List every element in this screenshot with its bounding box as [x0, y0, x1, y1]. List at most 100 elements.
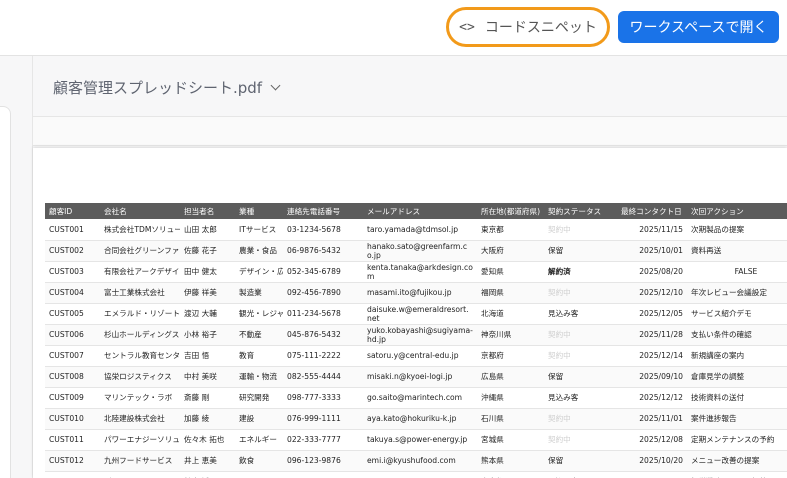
table-cell: CUST004: [45, 282, 100, 304]
table-cell: CUST013: [45, 471, 100, 478]
table-cell: 098-777-3333: [283, 387, 363, 409]
page-strip: [33, 116, 787, 146]
table-cell: 2025/12/15: [617, 471, 687, 478]
table-cell: 富士工業株式会社: [100, 282, 180, 304]
table-cell: 東京都: [477, 219, 544, 241]
table-cell: hanako.sato@greenfarm.co.jp: [363, 240, 477, 262]
table-row: CUST012 九州フードサービス 井上 恵美 飲食 096-123-9876 emi.i…: [45, 450, 787, 472]
table-cell: 2025/10/20: [617, 450, 687, 472]
table-cell: 運輸・物流: [235, 366, 283, 388]
table-cell: 建設: [235, 408, 283, 430]
table-cell: 保留: [544, 450, 617, 472]
code-snippet-button[interactable]: <> コードスニペット: [446, 7, 610, 47]
table-cell: 03-1234-5678: [283, 219, 363, 241]
column-header: 顧客ID: [45, 203, 100, 219]
table-cell: 見込み客: [544, 303, 617, 325]
table-cell: 沖縄県: [477, 387, 544, 409]
table-cell: kenta.tanaka@arkdesign.com: [363, 261, 477, 283]
table-cell: エネルギー: [235, 429, 283, 451]
table-row: CUST003 有限会社アークデザイ 田中 健太 デザイン・広 052-345-6789…: [45, 261, 787, 283]
table-cell: misaki.n@kyoei-logi.jp: [363, 366, 477, 388]
table-cell: コンサルティ: [235, 471, 283, 478]
table-cell: 2025/10/01: [617, 240, 687, 262]
table-cell: 経営戦略セミナー招待: [687, 471, 787, 478]
table-row: CUST005 エメラルド・リゾート 渡辺 大輔 観光・レジャ 011-234-5678…: [45, 303, 787, 325]
table-cell: CUST011: [45, 429, 100, 451]
table-row: CUST011 パワーエナジーソリュー 佐々木 拓也 エネルギー 022-333-777…: [45, 429, 787, 451]
file-title-dropdown[interactable]: 顧客管理スプレッドシート.pdf: [53, 77, 281, 98]
table-cell: takuya.s@power-energy.jp: [363, 429, 477, 451]
table-cell: 農業・食品: [235, 240, 283, 262]
table-cell: セントラル教育センター: [100, 345, 180, 367]
table-cell: デザイン・広: [235, 261, 283, 283]
table-row: CUST001 株式会社TDMソリュー 山田 太郎 ITサービス 03-1234-567…: [45, 219, 787, 241]
table-cell: 見込み客: [544, 471, 617, 478]
table-cell: 052-345-6789: [283, 261, 363, 283]
table-cell: taro.yamada@tdmsol.jp: [363, 219, 477, 241]
table-cell: 大阪府: [477, 240, 544, 262]
table-cell: 2025/11/01: [617, 408, 687, 430]
table-cell: 協栄ロジスティクス: [100, 366, 180, 388]
table-cell: masami.ito@fujikou.jp: [363, 282, 477, 304]
table-cell: satoru.y@central-edu.jp: [363, 345, 477, 367]
table-cell: 資料再送: [687, 240, 787, 262]
table-cell: CUST005: [45, 303, 100, 325]
table-cell: 研究開発: [235, 387, 283, 409]
table-cell: 定期メンテナンスの予約: [687, 429, 787, 451]
table-cell: CUST012: [45, 450, 100, 472]
table-cell: 福岡県: [477, 282, 544, 304]
column-header: 会社名: [100, 203, 180, 219]
table-cell: 契約中: [544, 324, 617, 346]
table-cell: 神奈川県: [477, 324, 544, 346]
table-cell: ITサービス: [235, 219, 283, 241]
table-cell: 03-5555-1212: [283, 471, 363, 478]
table-cell: 佐々木 拓也: [180, 429, 235, 451]
table-cell: 石川県: [477, 408, 544, 430]
table-cell: 吉田 悟: [180, 345, 235, 367]
table-cell: 渡辺 大輔: [180, 303, 235, 325]
table-cell: 2025/12/12: [617, 387, 687, 409]
table-row: CUST007 セントラル教育センター 吉田 悟教育 075-111-2222 sato…: [45, 345, 787, 367]
table-cell: CUST002: [45, 240, 100, 262]
open-in-workspace-button[interactable]: ワークスペースで開く: [618, 11, 779, 43]
table-cell: 杉山ホールディングス: [100, 324, 180, 346]
table-cell: 見込み客: [544, 387, 617, 409]
table-cell: 山田 太郎: [180, 219, 235, 241]
table-cell: 保留: [544, 240, 617, 262]
table-row: CUST008 協栄ロジスティクス 中村 美咲 運輸・物流 082-555-4444 mi…: [45, 366, 787, 388]
table-cell: 2025/12/14: [617, 345, 687, 367]
table-cell: CUST007: [45, 345, 100, 367]
table-cell: 2025/08/20: [617, 261, 687, 283]
table-row: CUST010 北陸建設株式会社 加藤 綾建設 076-999-1111 aya.kat…: [45, 408, 787, 430]
table-cell: 011-234-5678: [283, 303, 363, 325]
table-cell: 契約中: [544, 408, 617, 430]
table-cell: メニュー改善の提案: [687, 450, 787, 472]
column-header: 所在地(都道府県): [477, 203, 544, 219]
table-cell: 年次レビュー会議設定: [687, 282, 787, 304]
chevron-down-icon: [270, 80, 281, 91]
table-cell: CUST003: [45, 261, 100, 283]
table-cell: 096-123-9876: [283, 450, 363, 472]
table-cell: 東京都: [477, 471, 544, 478]
table-cell: 045-876-5432: [283, 324, 363, 346]
table-cell: 教育: [235, 345, 283, 367]
table-cell: yuko.kobayashi@sugiyama-hd.jp: [363, 324, 477, 346]
table-row: CUST013グローバル・コンサルティ鈴木 誠コンサルティ03-5555-121…: [45, 471, 787, 478]
table-cell: 075-111-2222: [283, 345, 363, 367]
table-cell: 製造業: [235, 282, 283, 304]
code-snippet-label: コードスニペット: [484, 20, 597, 36]
table-header-row: 顧客ID 会社名 担当者名 業種 連絡先電話番号 メールアドレス 所在地(都道府県) 契約ステ…: [45, 203, 787, 219]
table-cell: daisuke.w@emeraldresort.net: [363, 303, 477, 325]
table-cell: 技術資料の送付: [687, 387, 787, 409]
table-cell: マリンテック・ラボ: [100, 387, 180, 409]
table-cell: 契約中: [544, 429, 617, 451]
table-cell: CUST010: [45, 408, 100, 430]
table-cell: 2025/12/05: [617, 303, 687, 325]
table-cell: 株式会社TDMソリュー: [100, 219, 180, 241]
table-cell: 佐藤 花子: [180, 240, 235, 262]
column-header: 業種: [235, 203, 283, 219]
table-cell: 2025/12/10: [617, 282, 687, 304]
table-cell: FALSE: [687, 261, 787, 283]
table-cell: 06-9876-5432: [283, 240, 363, 262]
table-cell: 092-456-7890: [283, 282, 363, 304]
